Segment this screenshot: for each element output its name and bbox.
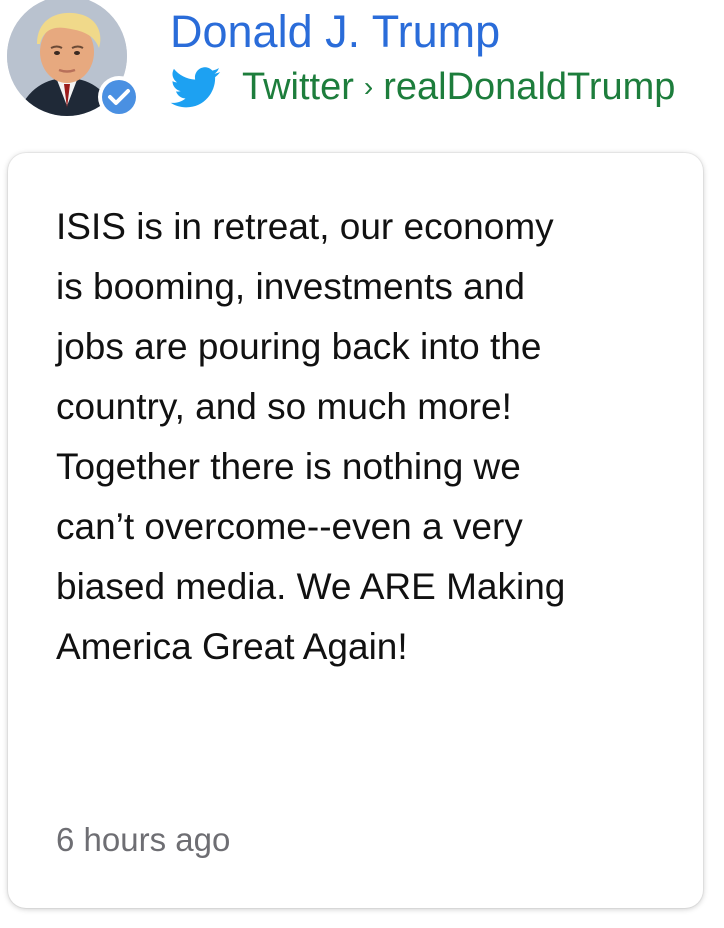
tweet-card[interactable]: ISIS is in retreat, our economy is boomi…	[8, 153, 703, 908]
tweet-page: Donald J. Trump Twitter › realDonaldTrum…	[0, 0, 724, 928]
tweet-line: Together there is nothing we	[56, 446, 521, 487]
author-name[interactable]: Donald J. Trump	[170, 6, 500, 58]
tweet-line: ISIS is in retreat, our economy	[56, 206, 554, 247]
source-platform[interactable]: Twitter	[242, 66, 354, 109]
verified-check-icon	[98, 76, 140, 118]
twitter-bird-icon	[170, 67, 221, 108]
breadcrumb-separator-icon: ›	[363, 71, 374, 102]
tweet-line: country, and so much more!	[56, 386, 512, 427]
tweet-header: Donald J. Trump Twitter › realDonaldTrum…	[0, 0, 724, 140]
source-breadcrumb[interactable]: Twitter › realDonaldTrump	[170, 62, 675, 112]
tweet-line: can’t overcome--even a very	[56, 506, 523, 547]
source-text: Twitter › realDonaldTrump	[242, 66, 675, 109]
tweet-line: is booming, investments and	[56, 266, 525, 307]
tweet-line: jobs are pouring back into the	[56, 326, 542, 367]
tweet-line: America Great Again!	[56, 626, 408, 667]
tweet-body: ISIS is in retreat, our economy is boomi…	[56, 197, 656, 677]
avatar-container[interactable]	[7, 0, 140, 118]
source-handle[interactable]: realDonaldTrump	[383, 66, 675, 109]
tweet-line: biased media. We ARE Making	[56, 566, 566, 607]
tweet-timestamp: 6 hours ago	[56, 821, 231, 858]
